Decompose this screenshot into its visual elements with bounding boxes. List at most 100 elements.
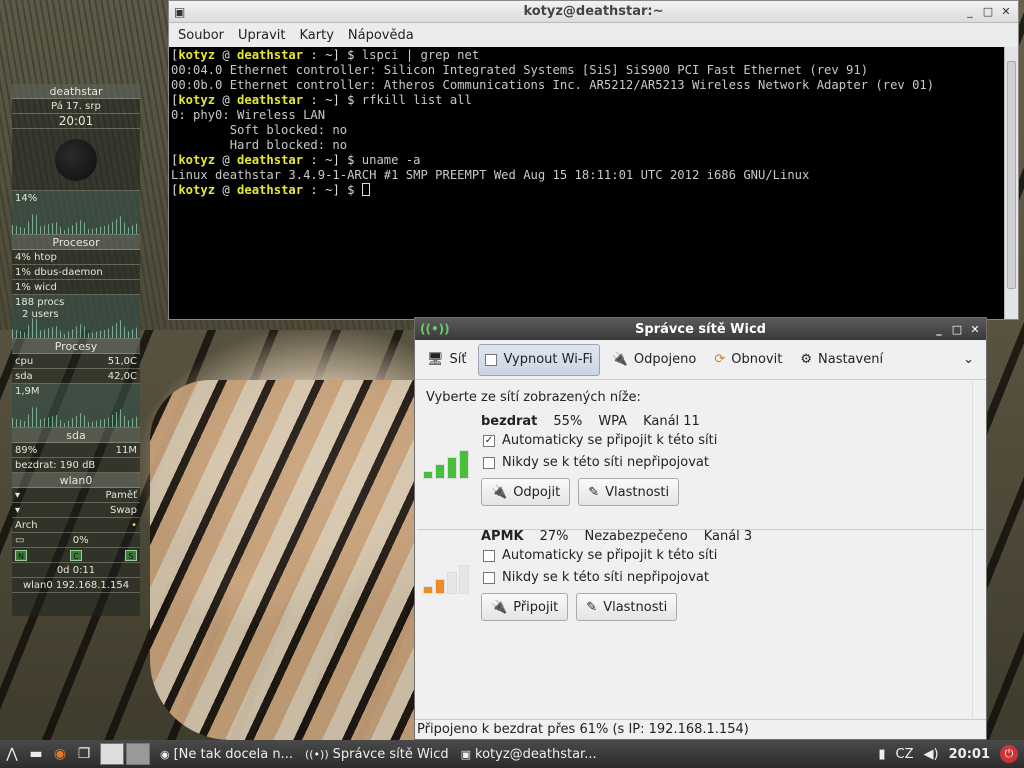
conky-monitor: deathstar Pá 17. srp 20:01 14% Procesor … xyxy=(12,84,140,616)
plug-icon: 🔌 xyxy=(611,352,628,367)
conky-proc-row: 1% wicd xyxy=(12,280,140,295)
terminal-output[interactable]: [kotyz @ deathstar : ~] $ lspci | grep n… xyxy=(169,47,1005,319)
show-desktop-icon[interactable]: ▬ xyxy=(24,746,48,762)
minimize-button[interactable]: _ xyxy=(963,5,977,19)
arch-menu-icon[interactable]: ⋀ xyxy=(0,746,24,762)
terminal-title: kotyz@deathstar:~ xyxy=(523,4,664,19)
window-list-icon[interactable]: ❐ xyxy=(72,746,96,762)
mem-value: 1,9M xyxy=(15,386,40,397)
network-list-scrollbar[interactable] xyxy=(972,381,986,718)
minimize-button[interactable]: _ xyxy=(932,323,946,336)
taskbar-task[interactable]: ◉ [Ne tak docela n... xyxy=(154,742,299,766)
terminal-cursor xyxy=(361,183,370,196)
settings-icon: ⚙ xyxy=(800,352,812,367)
mem-row: ▾ Paměť xyxy=(12,488,140,503)
chevron-down-icon[interactable]: ⌄ xyxy=(963,352,980,367)
terminal-window[interactable]: ▣ kotyz@deathstar:~ _ □ ✕ Soubor Upravit… xyxy=(168,0,1019,320)
terminal-output-line: 0: phy0: Wireless LAN xyxy=(171,108,326,122)
uptime: 0d 0:11 xyxy=(12,563,140,578)
terminal-prompt-line: [kotyz @ deathstar : ~] $ lspci | grep n… xyxy=(171,48,480,62)
temp-sda: sda 42,0C xyxy=(12,369,140,384)
conky-hostname: deathstar xyxy=(12,84,140,99)
close-button[interactable]: ✕ xyxy=(999,5,1013,19)
maximize-button[interactable]: □ xyxy=(950,323,964,336)
capslock-indicator: C xyxy=(70,549,82,561)
workspace-pager xyxy=(100,743,150,765)
ip-address: wlan0 192.168.1.154 xyxy=(12,578,140,593)
settings-button[interactable]: ⚙ Nastavení xyxy=(794,344,889,376)
conky-proc-row: 4% htop xyxy=(12,250,140,265)
terminal-output-line: Hard blocked: no xyxy=(171,138,348,152)
terminal-titlebar[interactable]: ▣ kotyz@deathstar:~ _ □ ✕ xyxy=(169,1,1018,23)
terminal-icon: ▣ xyxy=(460,747,472,761)
firefox-icon: ◉ xyxy=(160,747,170,761)
section-wlan: wlan0 xyxy=(12,473,140,488)
never-connect-checkbox[interactable]: Nikdy se k této síti nepřipojovat xyxy=(483,570,709,585)
cpu-graph: 14% xyxy=(12,191,140,235)
menu-edit[interactable]: Upravit xyxy=(231,28,292,43)
connect-toggle-button[interactable]: 🔌 Připojit xyxy=(481,593,569,621)
clock[interactable]: 20:01 xyxy=(949,747,990,762)
menu-tabs[interactable]: Karty xyxy=(292,28,340,43)
plug-icon: 🔌 xyxy=(491,599,508,615)
wicd-titlebar[interactable]: ((•)) Správce sítě Wicd _ □ ✕ xyxy=(415,318,986,340)
network-icon: 🖥 xyxy=(427,352,444,367)
distro-row: Arch • xyxy=(12,518,140,533)
checkbox-icon xyxy=(485,353,498,366)
swap-row: ▾ Swap xyxy=(12,503,140,518)
auto-connect-checkbox[interactable]: ✓ Automaticky se připojit k této síti xyxy=(483,433,717,448)
wicd-statusbar: Připojeno k bezdrat přes 61% (s IP: 192.… xyxy=(415,719,986,739)
wicd-title: Správce sítě Wicd xyxy=(635,321,766,337)
instruction-text: Vyberte ze sítí zobrazených níže: xyxy=(426,390,641,405)
menu-help[interactable]: Nápověda xyxy=(341,28,421,43)
procs-count: 188 procs xyxy=(15,297,65,308)
taskbar-task[interactable]: ▣ kotyz@deathstar... xyxy=(455,742,603,766)
terminal-output-line: 00:0b.0 Ethernet controller: Atheros Com… xyxy=(171,78,935,92)
power-icon[interactable]: ⏻ xyxy=(1000,745,1018,763)
scrolllock-indicator: S xyxy=(125,549,137,561)
maximize-button[interactable]: □ xyxy=(981,5,995,19)
connect-toggle-button[interactable]: 🔌 Odpojit xyxy=(481,478,571,506)
close-button[interactable]: ✕ xyxy=(968,323,982,336)
never-connect-checkbox[interactable]: Nikdy se k této síti nepřipojovat xyxy=(483,455,709,470)
firefox-launcher-icon[interactable]: ◉ xyxy=(48,746,72,762)
network-button[interactable]: 🖥 Síť xyxy=(421,344,472,376)
auto-connect-checkbox[interactable]: Automaticky se připojit k této síti xyxy=(483,548,717,563)
keyboard-layout[interactable]: CZ xyxy=(896,747,914,762)
workspace-2[interactable] xyxy=(126,743,150,765)
battery-row: ▭ 0% xyxy=(12,533,140,548)
wicd-window[interactable]: ((•)) Správce sítě Wicd _ □ ✕ 🖥 Síť Vypno… xyxy=(414,317,987,740)
disk-usage: 89% 11M xyxy=(12,443,140,458)
signal-strength-icon xyxy=(423,565,469,594)
network-list: Vyberte ze sítí zobrazených níže: bezdra… xyxy=(415,381,986,718)
wifi-signal: bezdrat: 190 dB xyxy=(12,458,140,473)
signal-strength-icon xyxy=(423,450,469,479)
cpu-percent: 14% xyxy=(15,193,38,204)
terminal-scrollbar[interactable] xyxy=(1004,47,1018,319)
network-entry: bezdrat 55% WPA Kanál 11 ✓ Automaticky se při… xyxy=(415,414,986,530)
network-tray-icon[interactable]: ▮ xyxy=(878,747,885,762)
procs-graph: 188 procs 2 users xyxy=(12,295,140,339)
refresh-button[interactable]: ⟳ Obnovit xyxy=(708,344,788,376)
terminal-output-line: Soft blocked: no xyxy=(171,123,348,137)
wicd-icon: ((•)) xyxy=(420,322,450,336)
moon-phase-icon xyxy=(12,129,140,191)
wallpaper-tiger xyxy=(150,380,420,740)
conky-time: 20:01 xyxy=(12,114,140,129)
workspace-1[interactable] xyxy=(100,743,124,765)
lock-keys: N C S xyxy=(12,548,140,563)
disable-wifi-button[interactable]: Vypnout Wi-Fi xyxy=(478,343,600,376)
taskbar-task[interactable]: ((•)) Správce sítě Wicd xyxy=(299,742,455,766)
battery-icon: ▭ xyxy=(15,534,25,546)
refresh-icon: ⟳ xyxy=(714,352,726,367)
properties-button[interactable]: ✎ Vlastnosti xyxy=(578,478,680,506)
terminal-icon: ▣ xyxy=(174,4,186,19)
menu-file[interactable]: Soubor xyxy=(171,28,231,43)
conky-date: Pá 17. srp xyxy=(12,99,140,114)
system-tray: ▮ CZ ◀) 20:01 ⏻ xyxy=(878,745,1024,763)
volume-icon[interactable]: ◀) xyxy=(924,747,939,762)
properties-button[interactable]: ✎ Vlastnosti xyxy=(576,593,678,621)
conky-proc-row: 1% dbus-daemon xyxy=(12,265,140,280)
disconnected-button[interactable]: 🔌 Odpojeno xyxy=(606,344,703,376)
wicd-toolbar: 🖥 Síť Vypnout Wi-Fi 🔌 Odpojeno ⟳ Obnovit ⚙ N… xyxy=(415,340,986,380)
